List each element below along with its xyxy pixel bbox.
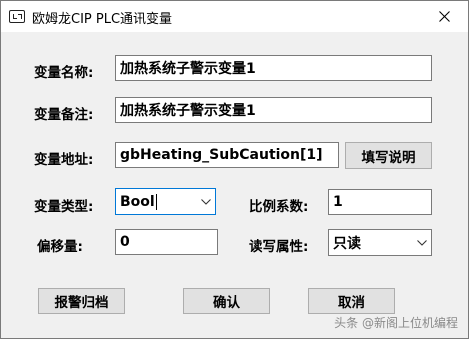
variable-address-input[interactable]: gbHeating_SubCaution[1] <box>115 142 339 168</box>
variable-address-label: 变量地址: <box>34 152 94 168</box>
variable-address-value: gbHeating_SubCaution[1] <box>120 147 323 163</box>
app-icon <box>9 10 25 23</box>
text-caret <box>155 193 157 210</box>
offset-value: 0 <box>120 234 130 250</box>
variable-name-value: 加热系统子警示变量1 <box>120 61 256 77</box>
chevron-down-icon <box>201 198 211 205</box>
variable-name-label: 变量名称: <box>34 65 94 81</box>
title-bar: 欧姆龙CIP PLC通讯变量 <box>1 1 468 32</box>
variable-type-select[interactable]: Bool <box>115 188 216 215</box>
close-button[interactable] <box>422 1 468 32</box>
variable-type-value: Bool <box>120 193 155 210</box>
rw-attribute-select[interactable]: 只读 <box>328 229 432 256</box>
cancel-button[interactable]: 取消 <box>308 288 395 314</box>
variable-note-input[interactable]: 加热系统子警示变量1 <box>115 97 432 123</box>
scale-value: 1 <box>333 194 343 210</box>
rw-attribute-value: 只读 <box>333 235 361 252</box>
variable-note-value: 加热系统子警示变量1 <box>120 103 256 119</box>
close-icon <box>439 11 450 22</box>
window-title: 欧姆龙CIP PLC通讯变量 <box>32 12 173 27</box>
dialog-window: 欧姆龙CIP PLC通讯变量 变量名称: 加热系统子警示变量1 变量备注: 加热… <box>0 0 469 339</box>
variable-name-input[interactable]: 加热系统子警示变量1 <box>115 55 432 81</box>
offset-input[interactable]: 0 <box>115 229 218 255</box>
rw-attribute-label: 读写属性: <box>249 239 309 255</box>
variable-type-label: 变量类型: <box>34 199 94 215</box>
fill-help-button[interactable]: 填写说明 <box>345 142 432 169</box>
scale-input[interactable]: 1 <box>328 189 432 215</box>
offset-label: 偏移量: <box>37 239 83 255</box>
watermark: 头条 @新阁上位机编程 <box>334 316 458 330</box>
variable-note-label: 变量备注: <box>34 107 94 123</box>
chevron-down-icon <box>417 239 427 246</box>
confirm-button[interactable]: 确认 <box>183 288 270 314</box>
scale-label: 比例系数: <box>249 199 309 215</box>
alarm-archive-button[interactable]: 报警归档 <box>38 288 125 314</box>
